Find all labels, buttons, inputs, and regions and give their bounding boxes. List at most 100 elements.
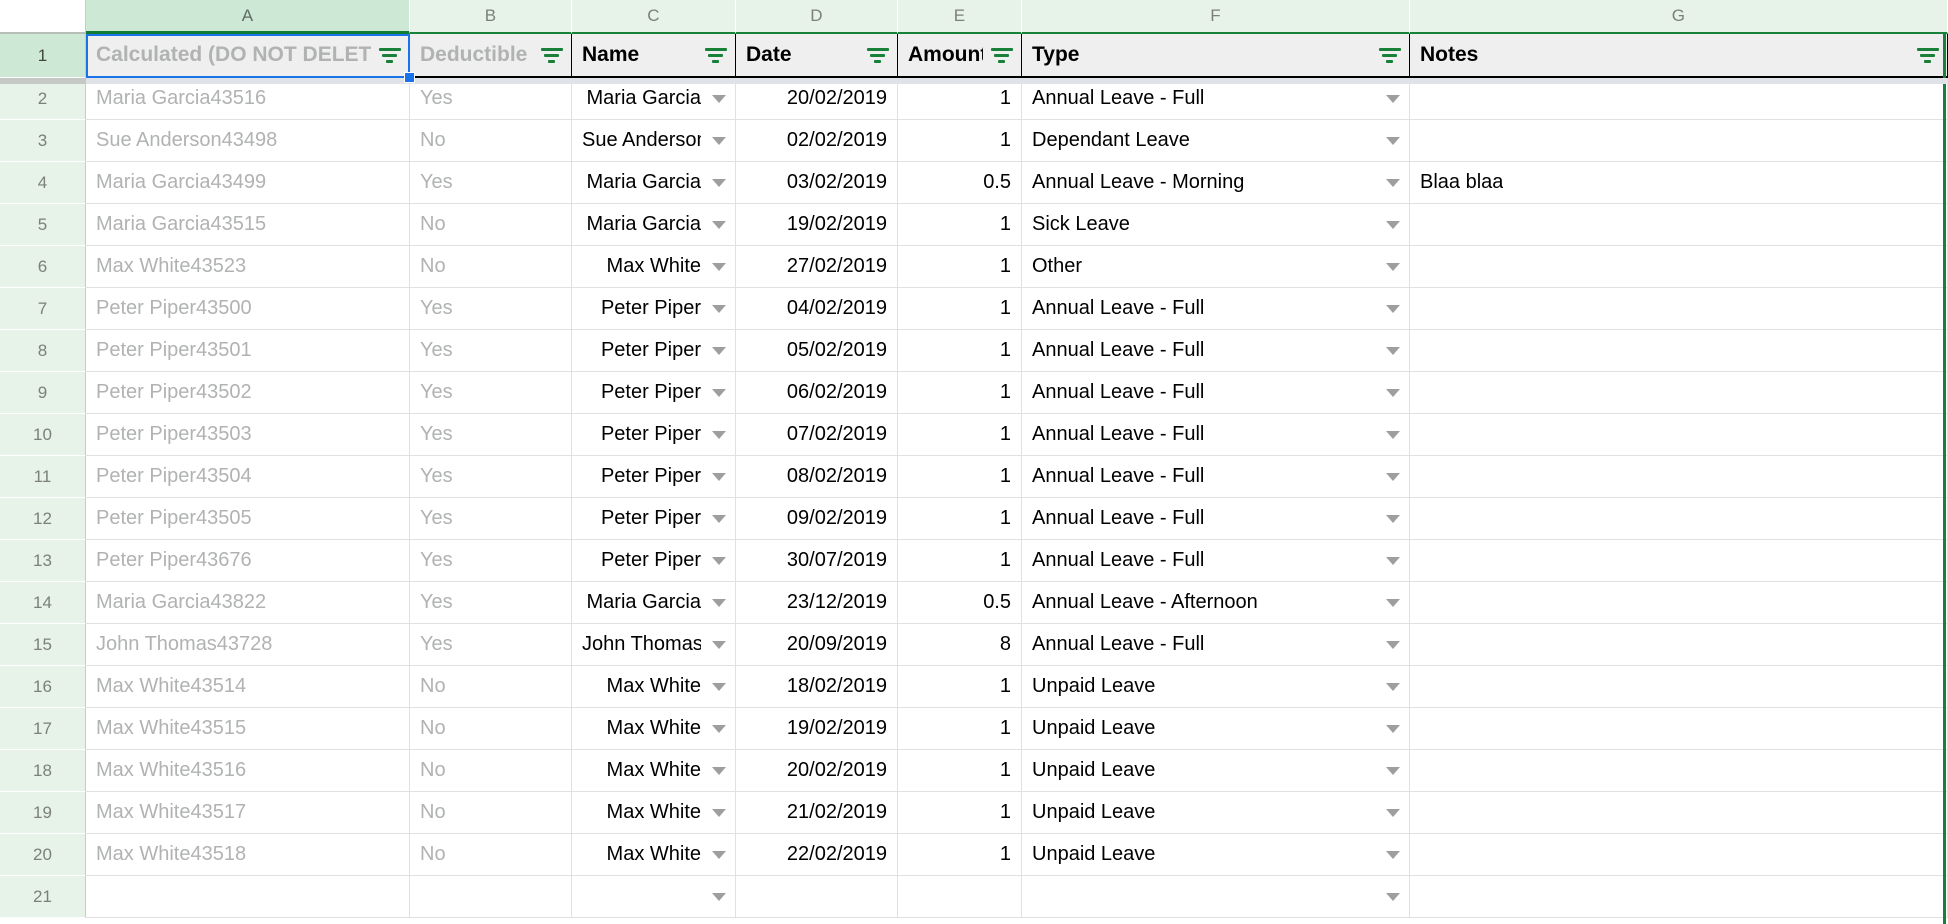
cell-date[interactable]: 20/09/2019 (736, 624, 898, 666)
cell-deductible[interactable]: Yes (410, 498, 572, 540)
cell-type[interactable] (1022, 876, 1410, 918)
cell-amount[interactable]: 1 (898, 78, 1022, 120)
cell-amount[interactable]: 1 (898, 456, 1022, 498)
cell-name[interactable]: Peter Piper (572, 372, 736, 414)
cell-deductible[interactable]: Yes (410, 162, 572, 204)
row-header-15[interactable]: 15 (0, 624, 86, 666)
chevron-down-icon[interactable] (712, 262, 726, 271)
cell-deductible[interactable]: No (410, 666, 572, 708)
chevron-down-icon[interactable] (712, 892, 726, 901)
cell-deductible[interactable] (410, 876, 572, 918)
cell-amount[interactable]: 0.5 (898, 582, 1022, 624)
cell-type[interactable]: Annual Leave - Full (1022, 498, 1410, 540)
cell-amount[interactable] (898, 876, 1022, 918)
cell-type[interactable]: Annual Leave - Morning (1022, 162, 1410, 204)
row-header-9[interactable]: 9 (0, 372, 86, 414)
cell-notes[interactable] (1410, 330, 1948, 372)
cell-calculated[interactable]: Peter Piper43676 (86, 540, 410, 582)
cell-date[interactable]: 22/02/2019 (736, 834, 898, 876)
chevron-down-icon[interactable] (1386, 766, 1400, 775)
header-cell-notes[interactable]: Notes (1410, 34, 1948, 78)
cell-calculated[interactable]: Peter Piper43500 (86, 288, 410, 330)
cell-name[interactable]: Sue Anderson (572, 120, 736, 162)
row-header-13[interactable]: 13 (0, 540, 86, 582)
column-header-c[interactable]: C (572, 0, 736, 34)
chevron-down-icon[interactable] (712, 220, 726, 229)
cell-date[interactable]: 04/02/2019 (736, 288, 898, 330)
row-header-4[interactable]: 4 (0, 162, 86, 204)
chevron-down-icon[interactable] (712, 766, 726, 775)
cell-type[interactable]: Annual Leave - Full (1022, 78, 1410, 120)
cell-notes[interactable] (1410, 708, 1948, 750)
cell-calculated[interactable]: Maria Garcia43516 (86, 78, 410, 120)
cell-type[interactable]: Annual Leave - Full (1022, 414, 1410, 456)
chevron-down-icon[interactable] (1386, 808, 1400, 817)
row-header-14[interactable]: 14 (0, 582, 86, 624)
cell-deductible[interactable]: Yes (410, 624, 572, 666)
spreadsheet-grid[interactable]: ABCDEFG 1 Calculated (DO NOT DELETE) Dedu… (0, 0, 1948, 924)
header-cell-date[interactable]: Date (736, 34, 898, 78)
cell-calculated[interactable]: Peter Piper43503 (86, 414, 410, 456)
cell-notes[interactable] (1410, 582, 1948, 624)
column-header-a[interactable]: A (86, 0, 410, 34)
cell-calculated[interactable]: John Thomas43728 (86, 624, 410, 666)
cell-date[interactable]: 23/12/2019 (736, 582, 898, 624)
cell-calculated[interactable]: Peter Piper43502 (86, 372, 410, 414)
cell-name[interactable]: Maria Garcia (572, 582, 736, 624)
cell-amount[interactable]: 1 (898, 792, 1022, 834)
cell-notes[interactable] (1410, 372, 1948, 414)
cell-name[interactable]: Peter Piper (572, 330, 736, 372)
cell-name[interactable]: Max White (572, 666, 736, 708)
cell-calculated[interactable]: Max White43514 (86, 666, 410, 708)
cell-notes[interactable] (1410, 666, 1948, 708)
chevron-down-icon[interactable] (1386, 136, 1400, 145)
cell-name[interactable]: Max White (572, 834, 736, 876)
cell-type[interactable]: Annual Leave - Full (1022, 540, 1410, 582)
cell-name[interactable]: Max White (572, 246, 736, 288)
select-all-corner[interactable] (0, 0, 86, 34)
chevron-down-icon[interactable] (1386, 850, 1400, 859)
row-header-8[interactable]: 8 (0, 330, 86, 372)
cell-type[interactable]: Annual Leave - Full (1022, 330, 1410, 372)
chevron-down-icon[interactable] (712, 514, 726, 523)
cell-calculated[interactable]: Peter Piper43504 (86, 456, 410, 498)
row-header-16[interactable]: 16 (0, 666, 86, 708)
cell-notes[interactable] (1410, 498, 1948, 540)
cell-date[interactable]: 05/02/2019 (736, 330, 898, 372)
chevron-down-icon[interactable] (1386, 346, 1400, 355)
cell-calculated[interactable]: Maria Garcia43515 (86, 204, 410, 246)
filter-icon[interactable] (541, 46, 563, 64)
cell-deductible[interactable]: No (410, 246, 572, 288)
chevron-down-icon[interactable] (712, 724, 726, 733)
chevron-down-icon[interactable] (712, 178, 726, 187)
cell-notes[interactable] (1410, 540, 1948, 582)
filter-icon[interactable] (1917, 46, 1939, 64)
chevron-down-icon[interactable] (712, 556, 726, 565)
cell-amount[interactable]: 8 (898, 624, 1022, 666)
column-header-e[interactable]: E (898, 0, 1022, 34)
chevron-down-icon[interactable] (1386, 514, 1400, 523)
cell-date[interactable]: 27/02/2019 (736, 246, 898, 288)
cell-amount[interactable]: 1 (898, 204, 1022, 246)
row-header-12[interactable]: 12 (0, 498, 86, 540)
cell-type[interactable]: Unpaid Leave (1022, 708, 1410, 750)
cell-notes[interactable] (1410, 246, 1948, 288)
cell-type[interactable]: Annual Leave - Full (1022, 456, 1410, 498)
cell-calculated[interactable]: Max White43516 (86, 750, 410, 792)
chevron-down-icon[interactable] (1386, 724, 1400, 733)
chevron-down-icon[interactable] (712, 598, 726, 607)
cell-amount[interactable]: 1 (898, 330, 1022, 372)
cell-amount[interactable]: 1 (898, 750, 1022, 792)
cell-amount[interactable]: 1 (898, 120, 1022, 162)
header-cell-amount[interactable]: Amount (898, 34, 1022, 78)
cell-calculated[interactable]: Max White43518 (86, 834, 410, 876)
cell-notes[interactable] (1410, 414, 1948, 456)
cell-calculated[interactable]: Max White43523 (86, 246, 410, 288)
chevron-down-icon[interactable] (712, 682, 726, 691)
row-header-18[interactable]: 18 (0, 750, 86, 792)
chevron-down-icon[interactable] (712, 472, 726, 481)
filter-icon[interactable] (705, 46, 727, 64)
cell-date[interactable]: 20/02/2019 (736, 78, 898, 120)
cell-notes[interactable]: Blaa blaa (1410, 162, 1948, 204)
cell-amount[interactable]: 1 (898, 666, 1022, 708)
